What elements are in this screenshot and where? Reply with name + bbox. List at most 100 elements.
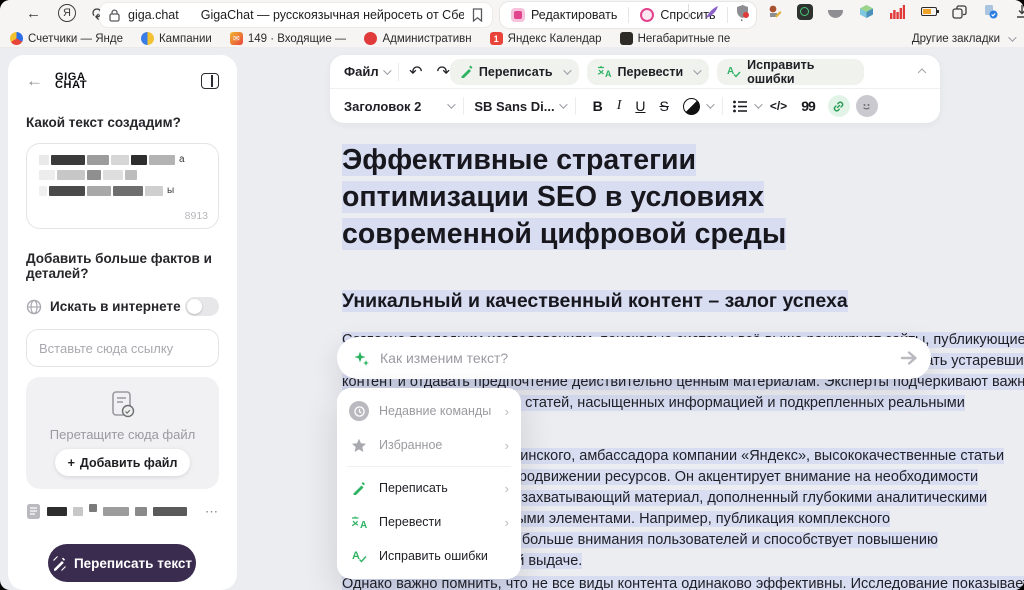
rewrite-text-button[interactable]: Переписать текст [48,544,196,582]
redacted-text-block [73,507,83,516]
pencil-extension-icon[interactable] [765,3,782,20]
chevron-down-icon [693,66,701,74]
sidebar: ← GIGA CHAT Какой текст создадим? а [8,55,237,590]
redacted-text-block [87,186,111,196]
other-bookmarks-button[interactable]: Другие закладки [912,33,1014,45]
back-icon[interactable]: ← [26,5,41,23]
file-icon [26,503,41,520]
link-button[interactable] [828,95,850,117]
file-menu[interactable]: Файл [344,64,379,79]
bookmark-metrika[interactable]: Счетчики — Янде [10,32,123,45]
menu-item-translate[interactable]: A Перевести › [337,505,521,539]
font-select[interactable]: SB Sans Di... [474,99,554,114]
prompt-question-label: Какой текст создадим? [26,115,219,130]
menu-item-favorites[interactable]: Избранное › [337,428,521,462]
bookmark-admin[interactable]: Административн [364,32,471,45]
bookmark-campaigns[interactable]: Кампании [141,32,212,45]
feather-extension-icon[interactable] [703,3,720,20]
collapse-toolbar-icon[interactable] [918,68,926,76]
bookmark-calendar[interactable]: 1 Яндекс Календар [490,32,602,45]
bookmark-flag-icon[interactable] [472,8,483,22]
bold-button[interactable]: B [593,98,603,114]
highlight-color-button[interactable] [683,98,700,115]
translate-button[interactable]: A Перевести [587,59,710,85]
prompt-input[interactable] [380,350,892,366]
divider [398,63,399,81]
redacted-text-block [149,155,175,165]
link-input[interactable] [26,329,219,367]
rewrite-button[interactable]: Переписать [450,59,579,85]
pen-icon [349,481,369,495]
direct-favicon [141,32,154,45]
search-internet-label: Искать в интернете [50,299,181,314]
bookmark-inbox[interactable]: ✉ 149 · Входящие — [230,32,347,45]
globe-icon [26,299,42,315]
redacted-text-block [153,507,187,516]
chevron-down-icon [706,100,714,108]
fix-errors-button[interactable]: A Исправить ошибки [717,59,864,85]
redo-icon[interactable]: ↷ [437,62,450,82]
clock-icon [349,401,369,421]
redacted-text-block [111,155,129,165]
italic-button[interactable]: I [617,98,622,114]
page-title: GigaChat — русскоязычная нейросеть от Сб… [201,8,464,22]
bowl-extension-icon[interactable] [827,3,844,20]
bookmark-negabarit[interactable]: Негабаритные пе [620,32,730,45]
search-internet-toggle[interactable] [185,297,219,316]
bar-chart-extension-icon[interactable] [889,3,906,20]
svg-text:A: A [727,66,734,77]
menu-item-recent-commands[interactable]: Недавние команды › [337,394,521,428]
ask-icon [640,8,654,22]
redacted-text-block [103,170,123,180]
undo-icon[interactable]: ↶ [409,62,422,82]
chevron-down-icon [563,66,571,74]
collapse-panel-icon[interactable] [201,73,219,89]
download-icon[interactable] [1013,3,1024,20]
sync-check-extension-icon[interactable] [982,3,999,20]
bookmarks-bar: Счетчики — Янде Кампании ✉ 149 · Входящи… [0,30,1024,48]
chevron-down-icon [1008,33,1016,41]
strikethrough-button[interactable]: S [660,98,669,114]
pen-icon [460,65,473,78]
battery-extension-icon[interactable] [920,3,937,20]
file-dropzone[interactable]: Перетащите сюда файл + Добавить файл [26,377,219,489]
svg-text:A: A [605,69,612,78]
divider [463,97,464,115]
quote-button[interactable]: 99 [801,98,815,114]
redacted-text-block [125,170,137,180]
emoji-button[interactable] [856,95,878,117]
code-button[interactable]: </> [770,99,787,113]
cube-extension-icon[interactable] [858,3,875,20]
divider [722,97,723,115]
paragraph-style-select[interactable]: Заголовок 2 [344,99,421,114]
doc-title-line: современной цифровой среды [342,216,786,252]
svg-text:A: A [352,550,360,562]
menu-item-rewrite[interactable]: Переписать › [337,471,521,505]
translate-icon: A [597,65,612,78]
edit-button[interactable]: Редактировать [500,2,628,28]
list-button[interactable] [733,100,748,113]
task-textarea[interactable]: а ы 8913 [26,143,219,229]
submenu-arrow-icon: › [505,515,509,530]
address-bar[interactable]: giga.chat GigaChat — русскоязычная нейро… [100,3,492,27]
tabs-extension-icon[interactable] [951,3,968,20]
add-file-button[interactable]: + Добавить файл [55,449,191,476]
shield-extension-icon[interactable] [734,3,751,20]
redacted-text-block [51,155,85,165]
redacted-text-block [47,507,67,516]
yandex-browser-icon[interactable]: Я [58,4,76,22]
submenu-arrow-icon: › [505,404,509,419]
underline-button[interactable]: U [635,98,645,114]
attached-file-item[interactable]: ⋯ [26,503,219,520]
chevron-down-icon [448,100,456,108]
redacted-text-block [39,170,55,180]
calendar-favicon: 1 [490,32,503,45]
redacted-text-block [87,170,101,180]
menu-item-fix-errors[interactable]: A Исправить ошибки [337,539,521,573]
sidebar-back-icon[interactable]: ← [26,71,43,91]
chevron-down-icon [383,66,391,74]
file-menu-icon[interactable]: ⋯ [205,504,219,520]
send-icon[interactable] [892,341,926,375]
edit-icon [511,8,525,22]
ghostery-extension-icon[interactable] [796,3,813,20]
